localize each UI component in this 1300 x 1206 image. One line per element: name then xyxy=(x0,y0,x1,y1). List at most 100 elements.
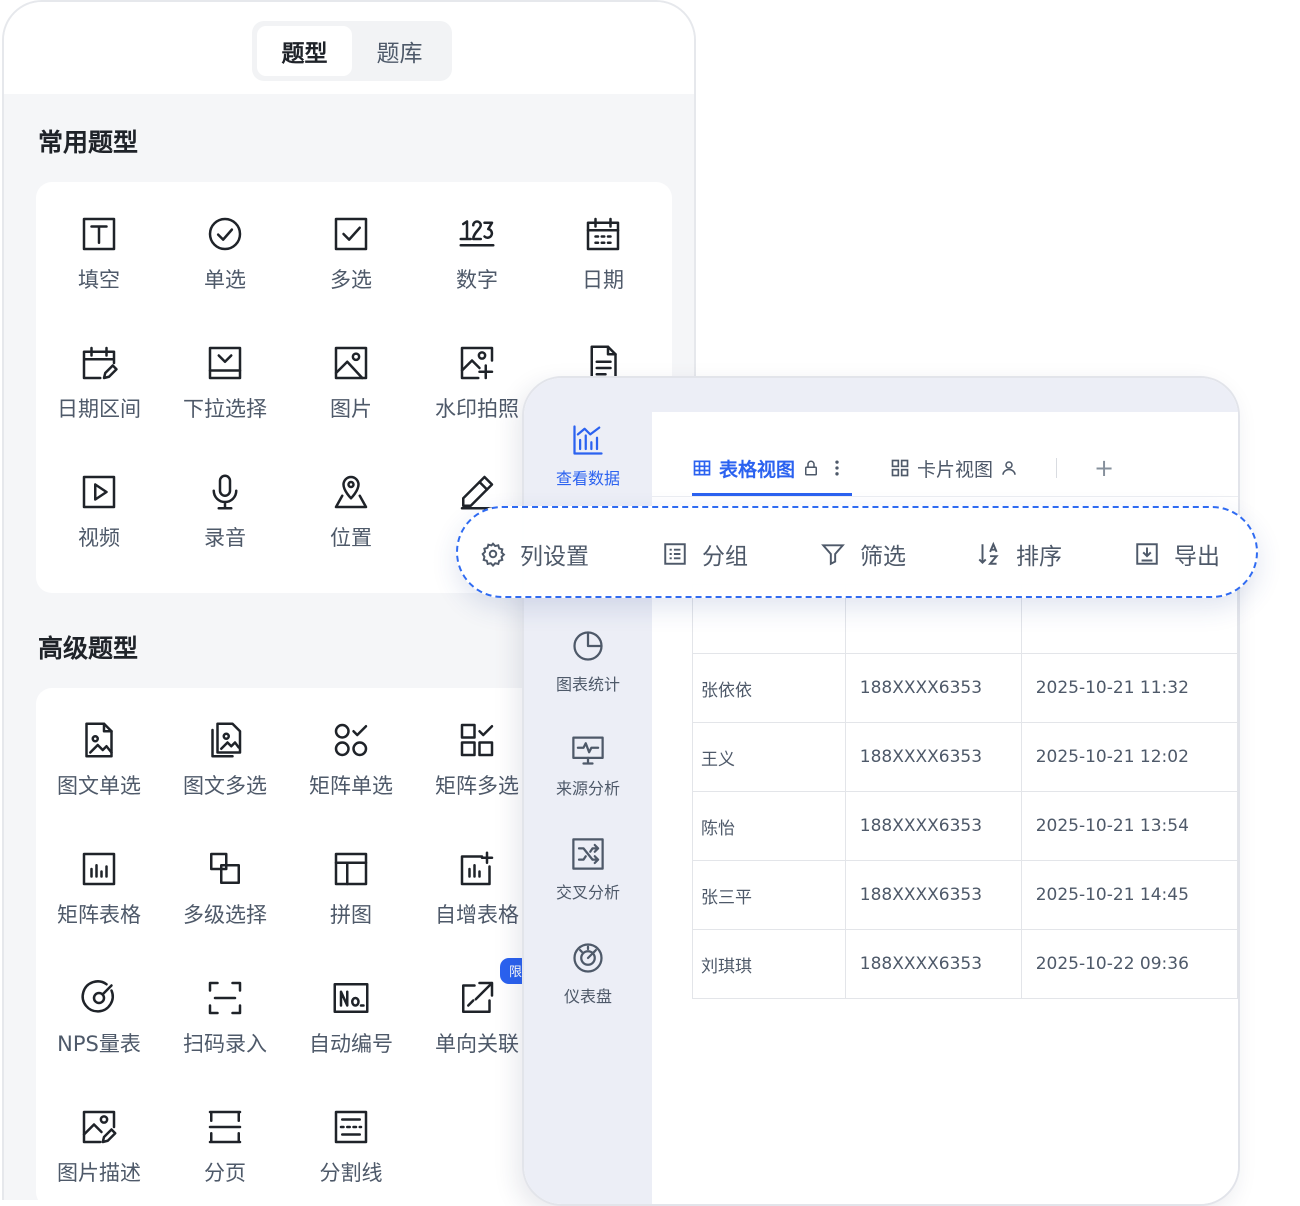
table-toolbar: 列设置 分组 筛选 排序 导出 xyxy=(456,506,1258,598)
question-type-label: 视频 xyxy=(78,526,120,550)
matrix-checkbox-icon xyxy=(460,723,494,757)
question-type-item[interactable]: 多选 xyxy=(288,182,414,311)
panel-header: 题型 题库 xyxy=(4,2,694,94)
chart-add-icon xyxy=(460,851,494,886)
question-type-item[interactable]: 位置 xyxy=(288,440,414,569)
question-type-item[interactable]: 日期 xyxy=(540,182,666,311)
table-cell: 188XXXX6353 xyxy=(844,860,1022,930)
pen-icon xyxy=(460,475,494,510)
question-type-item[interactable]: 分页 xyxy=(162,1075,288,1200)
text-icon xyxy=(82,217,116,251)
question-type-label: 分割线 xyxy=(319,1161,383,1185)
sidebar-item-label: 交叉分析 xyxy=(555,883,620,902)
tab-table-view-label: 表格视图 xyxy=(719,458,796,481)
tab-question-types[interactable]: 题型 xyxy=(257,26,352,76)
question-type-item[interactable]: 自动编号 xyxy=(288,946,414,1075)
pie-chart-icon xyxy=(573,631,603,661)
filter-icon xyxy=(821,544,845,566)
table-grid-icon xyxy=(693,460,711,476)
question-type-item[interactable]: 录音 xyxy=(162,440,288,569)
question-type-label: 位置 xyxy=(330,526,372,550)
question-type-item[interactable]: 下拉选择 xyxy=(162,311,288,440)
dashboard-icon xyxy=(573,943,603,973)
table-cell: 2025-10-22 09:36 xyxy=(1020,929,1238,999)
group-label: 分组 xyxy=(702,544,748,570)
sort-button[interactable]: 排序 xyxy=(976,508,1062,600)
sidebar-item-pie-chart[interactable]: 图表统计 xyxy=(524,628,652,695)
question-type-label: 自动编号 xyxy=(309,1032,393,1056)
monitor-pulse-icon xyxy=(572,736,604,765)
question-type-label: 扫码录入 xyxy=(183,1032,267,1056)
export-button[interactable]: 导出 xyxy=(1134,508,1220,600)
table-cell: 陈怡 xyxy=(692,791,846,861)
table-row[interactable]: 王义 188XXXX6353 2025-10-21 12:02 xyxy=(692,722,1238,792)
table-cell: 2025-10-21 11:32 xyxy=(1020,653,1238,723)
data-window: 查看数据图表统计来源分析交叉分析仪表盘 表格视图 卡片视图 + 张依依 188XX… xyxy=(522,376,1240,1206)
question-type-item[interactable]: 图文多选 xyxy=(162,688,288,817)
question-type-item[interactable]: 视频 xyxy=(36,440,162,569)
export-icon xyxy=(1136,543,1158,565)
question-type-item[interactable]: 扫码录入 xyxy=(162,946,288,1075)
question-type-label: 图片 xyxy=(330,397,372,421)
bar-chart-icon xyxy=(573,425,603,455)
question-type-item[interactable]: 分割线 xyxy=(288,1075,414,1200)
table-cell: 2025-10-21 13:54 xyxy=(1020,791,1238,861)
number-no-icon xyxy=(333,983,369,1013)
video-icon xyxy=(82,475,116,509)
question-type-label: 填空 xyxy=(78,268,120,292)
sidebar-item-bar-chart[interactable]: 查看数据 xyxy=(524,422,652,489)
sidebar-item-dashboard[interactable]: 仪表盘 xyxy=(524,940,652,1007)
tab-table-view[interactable]: 表格视图 xyxy=(692,448,847,488)
question-type-label: NPS量表 xyxy=(57,1032,141,1056)
question-type-label: 数字 xyxy=(456,268,498,292)
table-cell: 张三平 xyxy=(692,860,846,930)
question-type-label: 自增表格 xyxy=(435,903,519,927)
question-type-item[interactable]: 多级选择 xyxy=(162,817,288,946)
sidebar-item-shuffle[interactable]: 交叉分析 xyxy=(524,836,652,903)
question-type-item[interactable]: 矩阵单选 xyxy=(288,688,414,817)
table-cell: 2025-10-21 14:45 xyxy=(1020,860,1238,930)
question-type-item[interactable]: 图文单选 xyxy=(36,688,162,817)
question-type-item[interactable]: 数字 xyxy=(414,182,540,311)
question-type-item[interactable]: 图片描述 xyxy=(36,1075,162,1200)
tab-card-view[interactable]: 卡片视图 xyxy=(890,448,1018,488)
sidebar-item-label: 来源分析 xyxy=(555,779,620,798)
tab-question-bank[interactable]: 题库 xyxy=(352,26,447,76)
segmented-control: 题型 题库 xyxy=(252,21,452,81)
question-type-item[interactable]: 日期区间 xyxy=(36,311,162,440)
filter-button[interactable]: 筛选 xyxy=(820,508,906,600)
group-button[interactable]: 分组 xyxy=(662,508,748,600)
table-row[interactable]: 张依依 188XXXX6353 2025-10-21 11:32 xyxy=(692,653,1238,723)
filter-label: 筛选 xyxy=(860,544,906,570)
link-out-icon xyxy=(462,981,494,1013)
sidebar-item-label: 查看数据 xyxy=(555,469,620,488)
active-tab-underline xyxy=(692,493,852,496)
table-cell: 王义 xyxy=(692,722,846,792)
cascade-icon xyxy=(210,852,240,884)
question-type-label: 图文多选 xyxy=(183,774,267,798)
data-table: 张依依 188XXXX6353 2025-10-21 11:32 王义 188XXXX6… xyxy=(692,584,1238,999)
table-row[interactable]: 陈怡 188XXXX6353 2025-10-21 13:54 xyxy=(692,791,1238,861)
question-type-label: 矩阵表格 xyxy=(57,903,141,927)
question-type-item[interactable]: 图片 xyxy=(288,311,414,440)
more-vertical-icon[interactable] xyxy=(827,458,847,478)
sidebar-item-label: 图表统计 xyxy=(555,675,620,694)
question-type-item[interactable]: 矩阵表格 xyxy=(36,817,162,946)
watermark-photo-icon xyxy=(460,346,494,380)
table-row[interactable]: 刘琪琪 188XXXX6353 2025-10-22 09:36 xyxy=(692,929,1238,999)
table-cell: 188XXXX6353 xyxy=(844,653,1022,723)
add-view-button[interactable]: + xyxy=(1094,448,1114,488)
table-row[interactable]: 张三平 188XXXX6353 2025-10-21 14:45 xyxy=(692,860,1238,930)
tab-separator xyxy=(1056,458,1057,478)
layout-icon xyxy=(334,852,368,886)
sidebar-item-monitor-pulse[interactable]: 来源分析 xyxy=(524,732,652,799)
image-file-icon xyxy=(85,722,113,758)
question-type-item[interactable]: NPS量表 xyxy=(36,946,162,1075)
sort-label: 排序 xyxy=(1016,544,1062,570)
column-settings-button[interactable]: 列设置 xyxy=(480,508,589,600)
question-type-item[interactable]: 拼图 xyxy=(288,817,414,946)
image-files-icon xyxy=(211,722,242,758)
advanced-types-title: 高级题型 xyxy=(38,634,139,663)
question-type-item[interactable]: 单选 xyxy=(162,182,288,311)
question-type-item[interactable]: 填空 xyxy=(36,182,162,311)
